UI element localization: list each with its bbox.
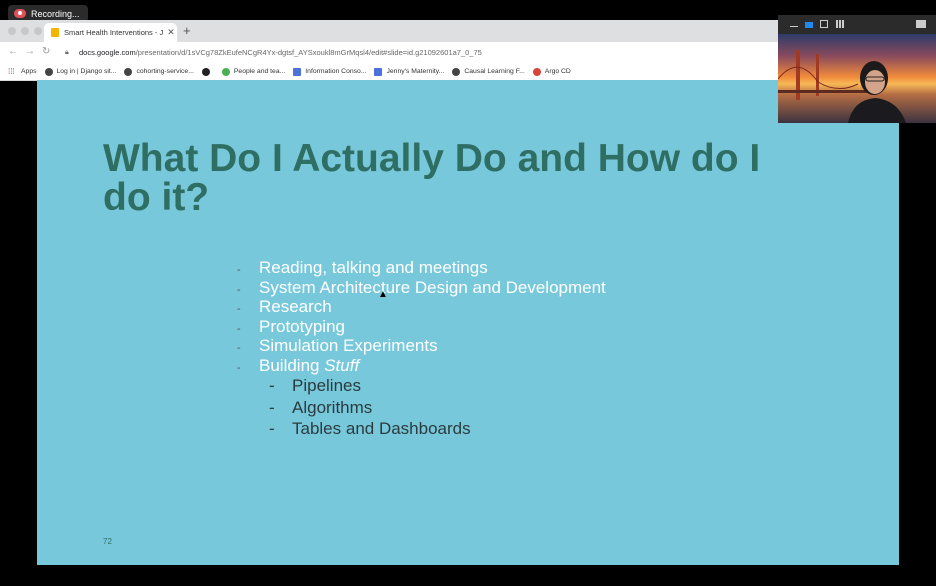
close-window-button[interactable] bbox=[8, 27, 16, 35]
url-path: /presentation/d/1sVCg78ZkEufeNCgR4Yx-dgt… bbox=[135, 48, 482, 57]
back-icon[interactable]: ← bbox=[8, 46, 18, 57]
c-logo-icon bbox=[201, 67, 210, 76]
tab-title: Smart Health Interventions - J bbox=[64, 28, 164, 37]
sub-bullet-item: - Pipelines bbox=[269, 376, 361, 396]
sub-bullet-dash: - bbox=[269, 419, 275, 438]
bookmark-label: Information Conso... bbox=[305, 68, 367, 75]
globe-icon bbox=[452, 67, 461, 76]
reload-icon[interactable]: ↻ bbox=[42, 46, 50, 57]
video-toolbar bbox=[778, 15, 936, 34]
bookmark-argo[interactable]: Argo CD bbox=[532, 67, 571, 76]
bridge-deck bbox=[778, 90, 878, 93]
expand-video-icon[interactable] bbox=[916, 20, 926, 28]
bullet-text: System Architecture Design and Developme… bbox=[259, 277, 606, 297]
sub-bullet-item: - Algorithms bbox=[269, 398, 372, 418]
sub-bullet-dash: - bbox=[269, 376, 275, 395]
sub-bullet-text: Pipelines bbox=[292, 376, 361, 395]
bookmark-label: Jenny's Maternity... bbox=[386, 68, 445, 75]
url-host: docs.google.com bbox=[79, 48, 136, 57]
bullet-dash: - bbox=[237, 361, 241, 374]
bullet-dash: - bbox=[237, 264, 241, 276]
bookmark-cohorting[interactable]: cohorting-service... bbox=[124, 67, 194, 76]
bullet-dash: - bbox=[237, 283, 241, 296]
person-body bbox=[848, 98, 906, 123]
bullet-item: - Research bbox=[237, 297, 332, 317]
bookmark-label: cohorting-service... bbox=[136, 68, 194, 75]
bullet-emphasis: Stuff bbox=[324, 355, 360, 375]
bullet-dash: - bbox=[237, 303, 241, 315]
person-face bbox=[865, 70, 885, 94]
minimize-window-button[interactable] bbox=[21, 27, 29, 35]
bullet-text: Research bbox=[259, 297, 332, 316]
bullet-item: - System Architecture Design and Developm… bbox=[237, 278, 606, 298]
bullet-dash: - bbox=[237, 342, 241, 354]
bullet-text: Prototyping bbox=[259, 316, 345, 336]
cloud-record-icon bbox=[14, 9, 26, 18]
browser-tab[interactable]: Smart Health Interventions - J ✕ bbox=[44, 23, 177, 42]
globe-icon bbox=[44, 67, 53, 76]
bullet-item: - Reading, talking and meetings bbox=[237, 258, 488, 278]
globe-icon bbox=[124, 67, 133, 76]
slide-title: What Do I Actually Do and How do I do it… bbox=[103, 137, 761, 219]
sub-bullet-dash: - bbox=[269, 398, 275, 417]
window-controls bbox=[8, 27, 42, 35]
bullet-item: - Simulation Experiments bbox=[237, 336, 438, 356]
presentation-slide: What Do I Actually Do and How do I do it… bbox=[37, 80, 899, 565]
participant-video bbox=[778, 34, 936, 123]
active-speaker-icon[interactable] bbox=[820, 20, 828, 28]
bookmark-label: Causal Learning F... bbox=[464, 68, 525, 75]
bookmark-label: Argo CD bbox=[544, 68, 571, 75]
people-icon bbox=[221, 67, 230, 76]
argo-icon bbox=[532, 67, 541, 76]
bookmark-c[interactable] bbox=[201, 67, 214, 76]
speaker-view-icon[interactable] bbox=[805, 22, 813, 28]
close-icon[interactable]: ✕ bbox=[165, 27, 177, 38]
recording-label: Recording... bbox=[31, 8, 80, 19]
bridge-tower bbox=[816, 54, 819, 96]
minimize-video-icon[interactable] bbox=[790, 26, 798, 27]
bookmark-people[interactable]: People and tea... bbox=[221, 67, 286, 76]
bookmark-label: Log in | Django sit... bbox=[56, 68, 117, 75]
apps-grid-icon: ⁞⁞⁞ bbox=[8, 67, 15, 76]
bookmark-django[interactable]: Log in | Django sit... bbox=[44, 67, 117, 76]
bookmark-apps[interactable]: ⁞⁞⁞ Apps bbox=[8, 67, 37, 76]
bookmark-label: Apps bbox=[21, 68, 37, 75]
bullet-text: Reading, talking and meetings bbox=[259, 258, 488, 277]
bullet-text: Simulation Experiments bbox=[259, 336, 438, 355]
slides-favicon-icon bbox=[51, 28, 59, 37]
forward-icon[interactable]: → bbox=[25, 46, 35, 57]
slide-page-number: 72 bbox=[103, 537, 112, 546]
mouse-pointer-icon: ▲ bbox=[378, 289, 388, 300]
lock-icon: 🔒︎ bbox=[65, 48, 69, 56]
tab-strip: Smart Health Interventions - J ✕ + bbox=[0, 20, 780, 42]
gallery-view-icon[interactable] bbox=[836, 20, 844, 28]
video-overlay bbox=[778, 15, 936, 123]
bookmark-maternity[interactable]: Jenny's Maternity... bbox=[374, 67, 445, 76]
docs-icon bbox=[374, 67, 383, 76]
bookmark-causal[interactable]: Causal Learning F... bbox=[452, 67, 525, 76]
video-scene bbox=[778, 50, 906, 123]
sub-bullet-text: Tables and Dashboards bbox=[292, 419, 471, 438]
sub-bullet-item: - Tables and Dashboards bbox=[269, 419, 471, 439]
bullet-item: - Building Stuff bbox=[237, 356, 359, 376]
docs-icon bbox=[293, 67, 302, 76]
zoom-window-button[interactable] bbox=[34, 27, 42, 35]
bookmark-label: People and tea... bbox=[233, 68, 286, 75]
bullet-text: Building bbox=[259, 355, 325, 375]
bookmark-information[interactable]: Information Conso... bbox=[293, 67, 367, 76]
browser-window: Smart Health Interventions - J ✕ + ← → ↻… bbox=[0, 20, 780, 81]
bullet-item: - Prototyping bbox=[237, 317, 345, 337]
bookmarks-bar: ⁞⁞⁞ Apps Log in | Django sit... cohortin… bbox=[0, 63, 780, 81]
bullet-dash: - bbox=[237, 322, 241, 335]
address-bar-row: ← → ↻ 🔒︎ docs.google.com /presentation/d… bbox=[0, 42, 780, 63]
sub-bullet-text: Algorithms bbox=[292, 398, 373, 417]
new-tab-icon[interactable]: + bbox=[183, 23, 191, 38]
url-field[interactable]: 🔒︎ docs.google.com /presentation/d/1sVCg… bbox=[58, 45, 780, 60]
